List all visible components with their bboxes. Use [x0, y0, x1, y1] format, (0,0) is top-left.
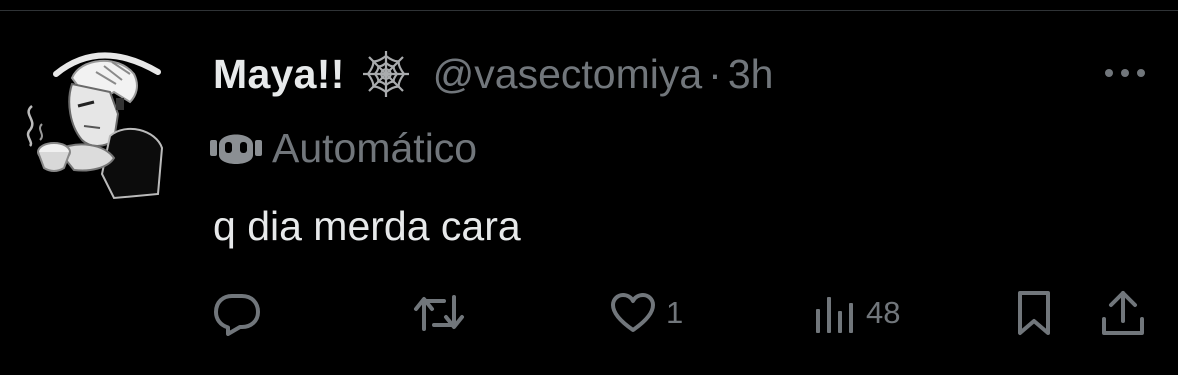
retweet-button[interactable]	[412, 285, 466, 341]
timestamp[interactable]: 3h	[728, 51, 774, 98]
avatar-illustration	[26, 52, 164, 200]
bookmark-icon	[1018, 291, 1050, 335]
views-count: 48	[866, 295, 901, 330]
tweet-text: q dia merda cara	[213, 203, 521, 249]
avatar[interactable]	[18, 44, 168, 200]
automated-label-text: Automático	[272, 124, 478, 171]
views-button[interactable]: 48	[814, 285, 900, 341]
reply-button[interactable]	[212, 285, 262, 341]
heart-icon	[611, 293, 655, 332]
bot-icon	[210, 125, 262, 171]
like-count: 1	[666, 295, 684, 330]
display-name[interactable]: Maya!!	[213, 51, 345, 98]
top-divider	[0, 10, 1178, 11]
reply-icon	[214, 294, 260, 336]
spiderweb-icon	[361, 49, 411, 99]
user-handle[interactable]: @vasectomiya	[433, 51, 702, 98]
action-bar: 1 48	[0, 285, 1178, 341]
more-icon	[1105, 69, 1145, 77]
views-icon	[816, 297, 853, 333]
separator-dot: ·	[708, 50, 722, 97]
tweet-header: Maya!! @vasectomiya · 3h	[213, 46, 773, 102]
share-icon	[1102, 291, 1144, 335]
share-button[interactable]	[1100, 285, 1146, 341]
more-options-button[interactable]	[1098, 56, 1152, 90]
like-button[interactable]: 1	[610, 285, 683, 341]
bookmark-button[interactable]	[1012, 285, 1056, 341]
automated-account-label[interactable]: Automático	[210, 121, 477, 175]
retweet-icon	[414, 295, 464, 331]
